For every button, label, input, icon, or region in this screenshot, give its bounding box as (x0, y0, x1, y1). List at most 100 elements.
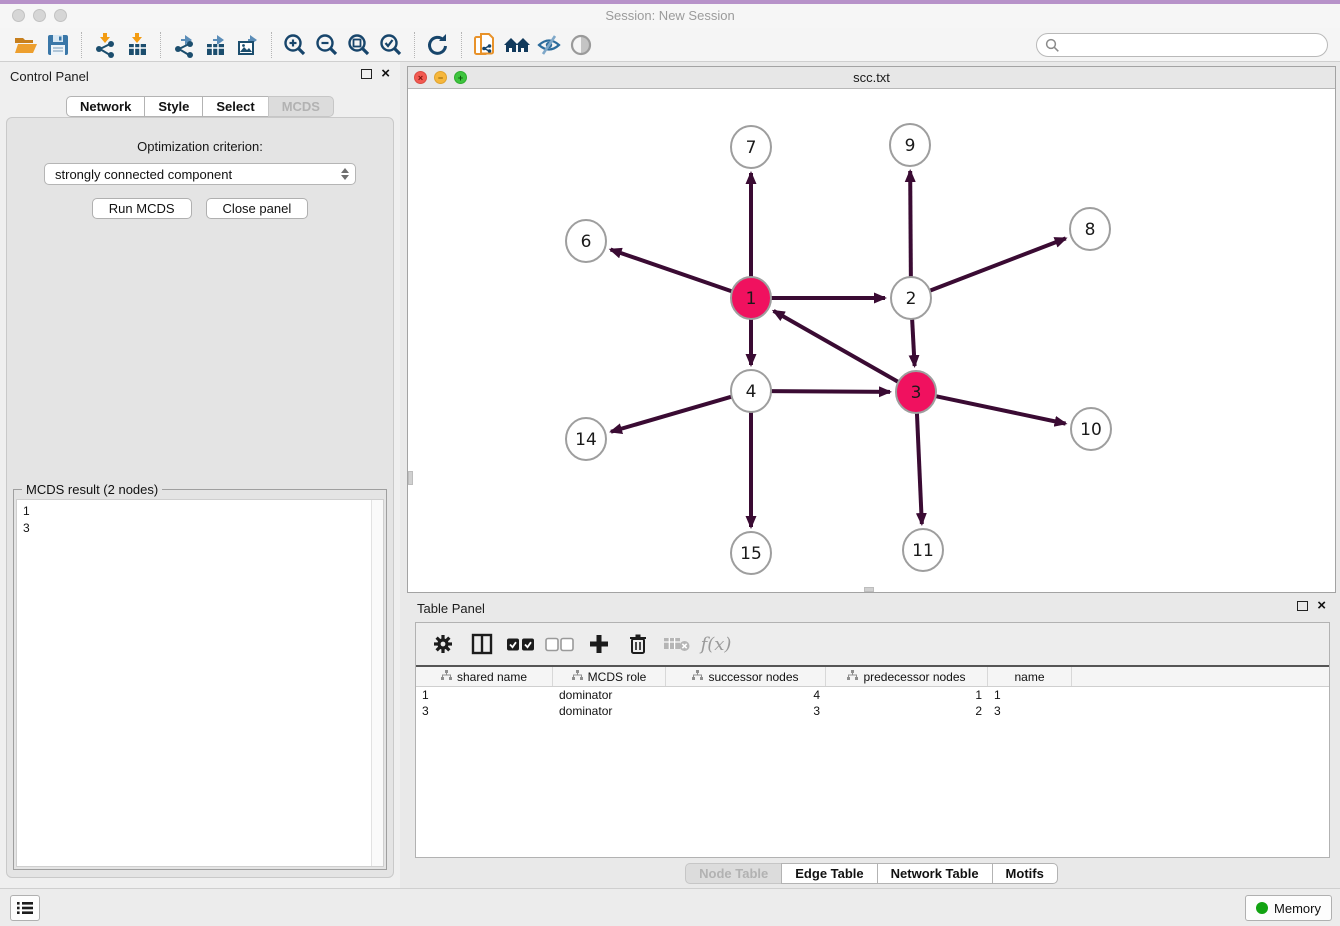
tree-column-icon (441, 670, 452, 684)
table-cell[interactable]: 2 (826, 703, 988, 719)
column-header-successor-nodes[interactable]: successor nodes (666, 667, 826, 686)
clone-network-icon[interactable] (469, 30, 501, 60)
save-session-icon[interactable] (42, 30, 74, 60)
import-network-icon[interactable] (89, 30, 121, 60)
column-header-predecessor-nodes[interactable]: predecessor nodes (826, 667, 988, 686)
table-cell[interactable]: 4 (666, 687, 826, 703)
memory-button[interactable]: Memory (1245, 895, 1332, 921)
edge-2-8[interactable] (929, 238, 1066, 291)
edge-2-9[interactable] (910, 171, 911, 279)
zoom-out-icon[interactable] (311, 30, 343, 60)
column-header-name[interactable]: name (988, 667, 1072, 686)
node-10[interactable]: 10 (1071, 408, 1111, 450)
search-input[interactable] (1065, 38, 1319, 53)
task-history-button[interactable] (10, 895, 40, 921)
tab-select[interactable]: Select (202, 96, 268, 117)
node-9[interactable]: 9 (890, 124, 930, 166)
column-settings-icon[interactable] (428, 629, 458, 659)
app-title: Session: New Session (0, 8, 1340, 23)
node-15[interactable]: 15 (731, 532, 771, 574)
table-tab-node-table[interactable]: Node Table (685, 863, 782, 884)
show-all-icon[interactable] (565, 30, 597, 60)
close-panel-button[interactable]: Close panel (206, 198, 309, 219)
edge-4-14[interactable] (611, 396, 733, 431)
column-header-MCDS-role[interactable]: MCDS role (553, 667, 666, 686)
edge-1-6[interactable] (611, 249, 733, 291)
toolbar-separator (81, 32, 82, 58)
zoom-fit-icon[interactable] (343, 30, 375, 60)
table-tab-network-table[interactable]: Network Table (877, 863, 993, 884)
table-cell[interactable]: 3 (416, 703, 553, 719)
hide-selected-icon[interactable] (533, 30, 565, 60)
optimization-criterion-label: Optimization criterion: (7, 139, 393, 154)
tab-network[interactable]: Network (66, 96, 145, 117)
node-3[interactable]: 3 (896, 371, 936, 413)
edge-3-1[interactable] (774, 311, 900, 383)
first-neighbors-icon[interactable] (501, 30, 533, 60)
criterion-select[interactable]: strongly connected component (44, 163, 356, 185)
table-header-row: shared nameMCDS rolesuccessor nodesprede… (416, 667, 1329, 687)
select-stepper-icon (341, 168, 349, 180)
table-row[interactable]: 1dominator411 (416, 687, 1329, 703)
network-window-titlebar[interactable]: × − + scc.txt (408, 67, 1335, 89)
zoom-selected-icon[interactable] (375, 30, 407, 60)
table-cell[interactable]: 1 (826, 687, 988, 703)
close-panel-icon[interactable]: × (381, 69, 390, 79)
workspace: × − + scc.txt 7968124314101511 Table Pan (400, 62, 1340, 888)
export-network-icon[interactable] (168, 30, 200, 60)
float-table-panel-icon[interactable] (1297, 601, 1308, 611)
open-file-icon[interactable] (10, 30, 42, 60)
mcds-result-box: MCDS result (2 nodes) 13 (13, 489, 387, 870)
svg-text:9: 9 (905, 136, 916, 156)
add-row-icon[interactable] (584, 629, 614, 659)
zoom-in-icon[interactable] (279, 30, 311, 60)
export-table-icon[interactable] (200, 30, 232, 60)
split-columns-icon[interactable] (467, 629, 497, 659)
mcds-result-item[interactable]: 1 (23, 503, 377, 520)
tab-style[interactable]: Style (144, 96, 203, 117)
float-panel-icon[interactable] (361, 69, 372, 79)
export-image-icon[interactable] (232, 30, 264, 60)
close-table-panel-icon[interactable]: × (1317, 601, 1326, 611)
vertical-scroll-thumb[interactable] (408, 471, 413, 485)
node-4[interactable]: 4 (731, 370, 771, 412)
network-canvas[interactable]: 7 9 6 8 1 2 4 3 14 10 15 11 (408, 89, 1335, 592)
result-scrollbar[interactable] (371, 500, 383, 866)
node-2[interactable]: 2 (891, 277, 931, 319)
table-tab-edge-table[interactable]: Edge Table (781, 863, 877, 884)
delete-table-icon[interactable] (662, 629, 692, 659)
search-field[interactable] (1036, 33, 1328, 57)
horizontal-scroll-thumb[interactable] (864, 587, 874, 592)
deselect-all-columns-icon[interactable] (545, 629, 575, 659)
table-cell[interactable]: dominator (553, 703, 666, 719)
table-cell[interactable]: dominator (553, 687, 666, 703)
node-1[interactable]: 1 (731, 277, 771, 319)
toolbar-separator (271, 32, 272, 58)
node-7[interactable]: 7 (731, 126, 771, 168)
select-all-columns-icon[interactable] (506, 629, 536, 659)
edge-3-11[interactable] (917, 411, 922, 524)
table-cell[interactable]: 3 (988, 703, 1072, 719)
status-bar: Memory (0, 888, 1340, 926)
edge-2-3[interactable] (912, 317, 915, 366)
table-cell[interactable]: 3 (666, 703, 826, 719)
table-row[interactable]: 3dominator323 (416, 703, 1329, 719)
svg-text:7: 7 (746, 138, 757, 158)
mcds-result-item[interactable]: 3 (23, 520, 377, 537)
edge-4-3[interactable] (770, 391, 890, 392)
tab-mcds[interactable]: MCDS (268, 96, 334, 117)
edge-3-10[interactable] (935, 396, 1066, 424)
run-mcds-button[interactable]: Run MCDS (92, 198, 192, 219)
apply-layout-icon[interactable] (422, 30, 454, 60)
node-6[interactable]: 6 (566, 220, 606, 262)
delete-row-icon[interactable] (623, 629, 653, 659)
node-14[interactable]: 14 (566, 418, 606, 460)
table-cell[interactable]: 1 (988, 687, 1072, 703)
function-builder-icon[interactable]: f(x) (701, 629, 731, 659)
import-table-icon[interactable] (121, 30, 153, 60)
node-8[interactable]: 8 (1070, 208, 1110, 250)
table-tab-motifs[interactable]: Motifs (992, 863, 1058, 884)
column-header-shared-name[interactable]: shared name (416, 667, 553, 686)
table-cell[interactable]: 1 (416, 687, 553, 703)
node-11[interactable]: 11 (903, 529, 943, 571)
